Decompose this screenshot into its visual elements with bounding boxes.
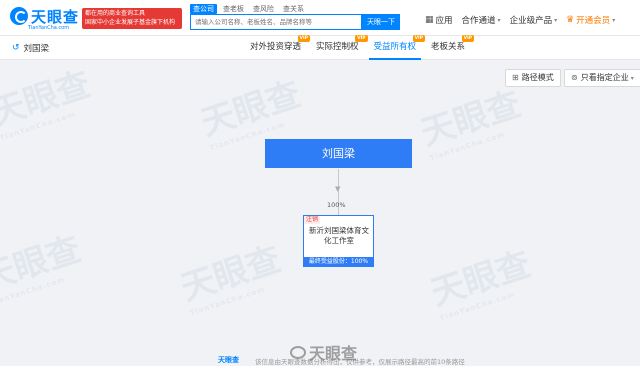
top-header: 天眼查 TianYanCha.com 都在用的商业查询工具 国家中小企业发展子基… [0,0,640,36]
tab-boss-relations[interactable]: 老板关系 VIP [426,35,475,60]
slogan-line-2: 国家中小企业发展子基金旗下机构 [85,19,176,26]
search-input[interactable] [191,15,363,29]
chevron-down-icon: ▾ [497,16,501,24]
search-type-tabs: 查公司 查老板 查风险 查关系 [190,4,307,14]
search-tab-risk[interactable]: 查风险 [250,4,277,14]
company-name: 新沂刘国梁体育文化工作室 [309,226,369,245]
sub-header: ↺ 刘国梁 对外投资穿透 VIP 实际控制权 VIP 受益所有权 VIP 老板关… [0,35,640,60]
vip-badge: VIP [461,35,475,42]
tab-label: 对外投资穿透 [250,42,302,52]
weibo-icon [290,345,306,359]
logo-eye-icon [10,7,28,25]
watermark: 天眼查 TianYanCha.com [0,61,98,142]
filter-icon: ⊚ [571,73,578,82]
slogan-line-1: 都在用的商业查询工具 [85,10,146,17]
chevron-down-icon: ▾ [630,75,634,82]
top-nav: ▦ 应用 合作通道 ▾ 企业级产品 ▾ ♛ 开通会员 ▾ [425,14,624,26]
weibo-text: 天眼查 [309,344,358,363]
search-tab-company[interactable]: 查公司 [190,4,217,14]
grid-icon: ▦ [425,15,434,25]
filter-label: 只看指定企业 [580,73,629,82]
search-box [190,14,363,30]
site-logo[interactable]: 天眼查 TianYanCha.com [10,7,80,33]
watermark: 天眼查 TianYanCha.com [174,232,289,317]
footer-note: 该信息由天眼查数据分析得出，仅供参考，仅展示路径最高的前10条路径 [255,358,465,366]
crown-icon: ♛ [566,15,575,25]
search-tab-relation[interactable]: 查关系 [280,4,307,14]
vip-badge: VIP [412,35,426,42]
status-badge: 注销 [304,216,321,224]
chevron-down-icon: ▾ [612,16,616,24]
back-link[interactable]: ↺ 刘国梁 [12,42,49,54]
edge-percent: 100% [327,201,346,209]
search-tab-boss[interactable]: 查老板 [220,4,247,14]
nav-vip-label: 开通会员 [576,16,611,26]
tab-beneficial-ownership[interactable]: 受益所有权 VIP [368,35,426,60]
slogan-banner: 都在用的商业查询工具 国家中小企业发展子基金旗下机构 [82,8,182,29]
watermark: 天眼查 TianYanCha.com [414,77,529,162]
graph-tabs: 对外投资穿透 VIP 实际控制权 VIP 受益所有权 VIP 老板关系 VIP [245,35,475,60]
back-label: 刘国梁 [23,44,50,54]
path-mode-button[interactable]: ⊞ 路径模式 [505,69,561,87]
nav-apps[interactable]: ▦ 应用 [425,14,453,26]
arrow-down-icon: ▼ [335,185,341,193]
nav-enterprise-label: 企业级产品 [509,16,553,26]
final-stake-label: 最终受益股份：100% [303,257,374,267]
nav-enterprise[interactable]: 企业级产品 ▾ [510,14,558,26]
tab-actual-control[interactable]: 实际控制权 VIP [311,35,368,60]
search-button[interactable]: 天眼一下 [362,14,400,30]
logo-subtext: TianYanCha.com [28,25,70,31]
graph-canvas[interactable]: 天眼查 TianYanCha.com 天眼查 TianYanCha.com 天眼查 T… [0,61,640,351]
footer-logo: 天眼查 [218,356,239,364]
nav-partner-label: 合作通道 [461,16,496,26]
path-icon: ⊞ [512,73,519,82]
vip-badge: VIP [297,35,311,42]
chevron-down-icon: ▾ [554,16,558,24]
nav-partner[interactable]: 合作通道 ▾ [462,14,501,26]
filter-company-dropdown[interactable]: ⊚ 只看指定企业 ▾ [564,69,640,87]
weibo-watermark: 天眼查 [290,340,357,364]
tab-label: 受益所有权 [373,42,417,52]
nav-apps-label: 应用 [435,16,453,26]
path-mode-label: 路径模式 [521,73,554,82]
tab-label: 实际控制权 [316,42,359,52]
person-node[interactable]: 刘国梁 [265,139,412,168]
back-arrow-icon: ↺ [12,43,20,53]
watermark: 天眼查 TianYanCha.com [0,222,88,307]
vip-badge: VIP [355,35,368,42]
nav-vip[interactable]: ♛ 开通会员 ▾ [566,14,615,26]
tab-label: 老板关系 [431,42,466,52]
watermark: 天眼查 TianYanCha.com [424,237,539,322]
logo-text: 天眼查 [31,8,80,26]
tab-investment-penetration[interactable]: 对外投资穿透 VIP [245,35,311,60]
